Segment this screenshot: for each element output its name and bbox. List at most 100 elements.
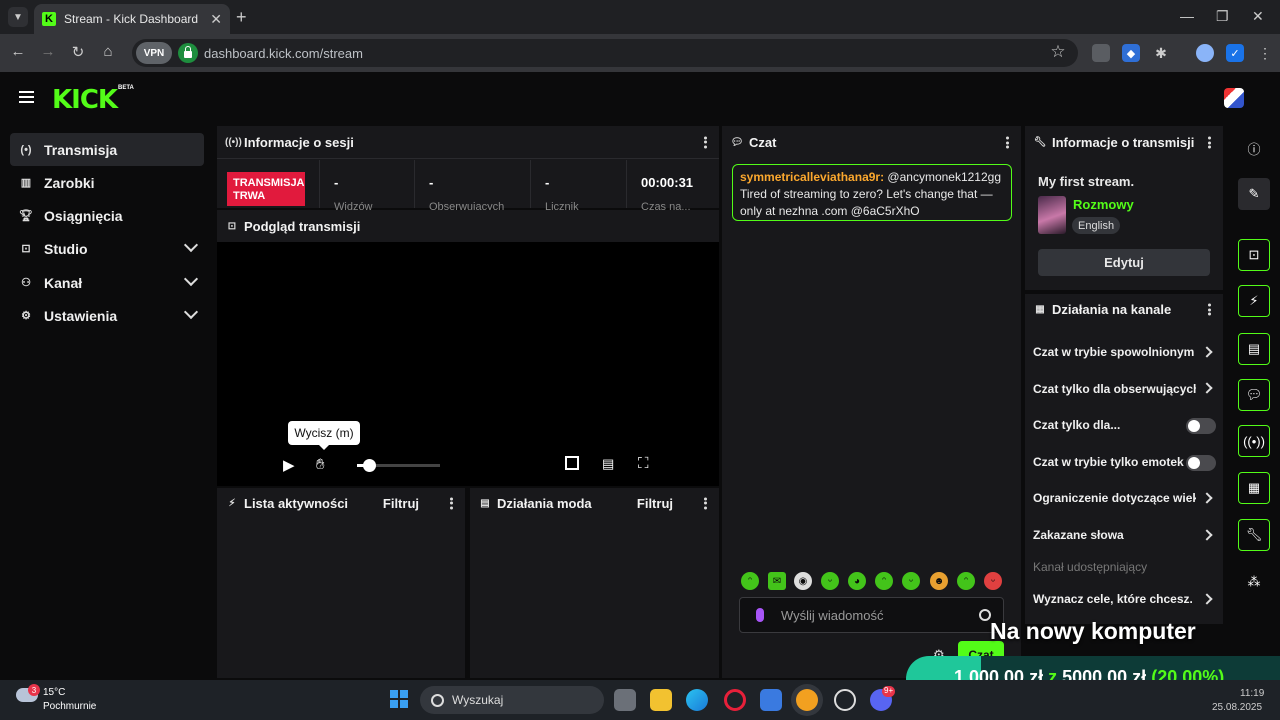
sidebar-item-label: Ustawienia	[44, 307, 118, 324]
vpn-badge[interactable]: VPN	[136, 42, 172, 64]
sidebar-item-transmisja[interactable]: (•) Transmisja	[10, 133, 204, 166]
lightning-icon[interactable]: ⚡︎	[1238, 285, 1270, 317]
action-host-channel: Kanał udostępniający	[1033, 560, 1148, 574]
kick-logo[interactable]: KICK	[52, 85, 118, 115]
emote-icon[interactable]: ᵔ	[741, 572, 759, 590]
more-options-icon[interactable]	[704, 135, 707, 150]
more-options-icon[interactable]	[1006, 135, 1009, 150]
emote-icon[interactable]: ᵕ	[984, 572, 1002, 590]
pip-icon[interactable]	[565, 456, 579, 470]
tab-search-icon[interactable]: ▼	[8, 7, 28, 27]
close-tab-icon[interactable]: ✕	[210, 11, 222, 28]
chat-input[interactable]: Wyślij wiadomość	[739, 597, 1004, 633]
emote-icon[interactable]: ☻	[930, 572, 948, 590]
user-avatar[interactable]	[1224, 88, 1244, 108]
studio-icon: ⊡	[21, 243, 31, 255]
stream-category[interactable]: Rozmowy	[1073, 197, 1134, 212]
preview-widget-icon[interactable]: ⊡	[1238, 239, 1270, 271]
tab-title: Stream - Kick Dashboard	[64, 12, 199, 26]
browser-app-icon[interactable]	[796, 689, 818, 711]
opera-icon[interactable]	[724, 689, 746, 711]
puzzle-icon[interactable]: ✱	[1152, 44, 1170, 62]
sidebar-item-zarobki[interactable]: ▥ Zarobki	[10, 166, 204, 199]
close-window-icon[interactable]: ✕	[1252, 8, 1264, 25]
live-status-badge: TRANSMISJA TRWA	[227, 172, 305, 206]
clock-date[interactable]: 25.08.2025	[1212, 702, 1262, 713]
action-banned-words[interactable]: Zakazane słowa	[1033, 528, 1213, 542]
url-text[interactable]: dashboard.kick.com/stream	[204, 46, 363, 61]
app-icon[interactable]	[834, 689, 856, 711]
volume-slider[interactable]	[357, 459, 440, 472]
sidebar-item-kanal[interactable]: ⚇ Kanał	[10, 266, 204, 299]
extension-icon[interactable]	[1092, 44, 1110, 62]
check-extension-icon[interactable]: ✓	[1226, 44, 1244, 62]
play-icon[interactable]: ▶	[283, 456, 295, 474]
emote-icon[interactable]: ᵔ	[957, 572, 975, 590]
emote-icon[interactable]: ᵕ	[821, 572, 839, 590]
windows-start-icon[interactable]	[390, 690, 408, 708]
hamburger-menu-icon[interactable]	[19, 91, 34, 103]
volume-knob[interactable]	[363, 459, 376, 472]
forward-icon[interactable]: →	[38, 43, 58, 60]
chevron-down-icon	[183, 271, 199, 287]
mute-icon[interactable]: ✋︎	[316, 456, 325, 473]
clock-time[interactable]: 11:19	[1240, 688, 1264, 699]
microphone-icon[interactable]	[756, 608, 764, 622]
more-options-icon[interactable]	[1208, 302, 1211, 317]
bookmark-star-icon[interactable]: ☆	[1048, 42, 1068, 62]
fullscreen-icon[interactable]: ⛶	[638, 455, 649, 472]
new-tab-icon[interactable]: +	[236, 7, 247, 28]
wrench-widget-icon[interactable]: 🔧︎	[1238, 519, 1270, 551]
minimize-icon[interactable]: —	[1180, 8, 1194, 24]
temperature[interactable]: 15°C	[43, 687, 65, 698]
emote-icon[interactable]: ᵕ	[902, 572, 920, 590]
more-options-icon[interactable]	[450, 496, 453, 511]
broadcast-widget-icon[interactable]: ((•))	[1238, 425, 1270, 457]
back-icon[interactable]: ←	[8, 43, 28, 60]
chat-widget-icon[interactable]: 💬︎	[1238, 379, 1270, 411]
chat-message[interactable]: symmetricalleviathana9r: @ancymonek1212g…	[732, 164, 1012, 221]
action-slow-mode[interactable]: Czat w trybie spowolnionym	[1033, 345, 1195, 359]
emote-icon[interactable]: ◕	[848, 572, 866, 590]
weather-condition[interactable]: Pochmurnie	[43, 701, 96, 712]
sidebar-item-osiagniecia[interactable]: 🏆︎ Osiągnięcia	[10, 199, 204, 232]
home-icon[interactable]: ⌂	[98, 43, 118, 60]
store-icon[interactable]	[760, 689, 782, 711]
emote-only-toggle[interactable]	[1186, 455, 1216, 471]
emote-icon[interactable]: ◉	[794, 572, 812, 590]
channel-actions-widget-icon[interactable]: ▦	[1238, 472, 1270, 504]
lock-icon[interactable]	[178, 43, 198, 63]
emote-icon[interactable]: ✉	[768, 572, 786, 590]
stream-preview-video[interactable]	[217, 242, 719, 486]
mod-filter-button[interactable]: Filtruj	[637, 496, 673, 511]
theater-mode-icon[interactable]: ▤	[602, 456, 614, 472]
edit-stream-button[interactable]: Edytuj	[1038, 249, 1210, 276]
emote-icon[interactable]: ᵔ	[875, 572, 893, 590]
sidebar-item-ustawienia[interactable]: ⚙ Ustawienia	[10, 299, 204, 332]
pencil-icon[interactable]: ✎	[1238, 178, 1270, 210]
stat-counter: - Licznik	[530, 160, 626, 213]
edge-icon[interactable]	[686, 689, 708, 711]
file-explorer-icon[interactable]	[650, 689, 672, 711]
action-age-restriction[interactable]: Ograniczenie dotyczące wieku	[1033, 491, 1196, 505]
profile-icon[interactable]	[1196, 44, 1214, 62]
action-set-goals[interactable]: Wyznacz cele, które chcesz...	[1033, 592, 1193, 606]
action-followers-only[interactable]: Czat tylko dla obserwujących	[1033, 382, 1196, 396]
info-icon[interactable]: ⓘ	[1238, 132, 1270, 164]
subscribers-only-toggle[interactable]	[1186, 418, 1216, 434]
activity-filter-button[interactable]: Filtruj	[383, 496, 419, 511]
task-view-icon[interactable]	[614, 689, 636, 711]
notes-icon[interactable]: ▤	[1238, 333, 1270, 365]
reload-icon[interactable]: ↻	[68, 43, 88, 61]
taskbar-search[interactable]: Wyszukaj	[420, 686, 604, 714]
sidebar-item-label: Transmisja	[44, 141, 118, 158]
sidebar-item-studio[interactable]: ⊡ Studio	[10, 232, 204, 265]
maximize-icon[interactable]: ❐	[1216, 8, 1229, 25]
chat-username[interactable]: symmetricalleviathana9r:	[740, 170, 884, 184]
shield-extension-icon[interactable]: ◆	[1122, 44, 1140, 62]
more-widgets-icon[interactable]: ⁂	[1238, 566, 1270, 598]
browser-menu-icon[interactable]: ⋮	[1256, 44, 1274, 62]
browser-tab[interactable]: K Stream - Kick Dashboard ✕	[34, 4, 230, 34]
more-options-icon[interactable]	[704, 496, 707, 511]
more-options-icon[interactable]	[1208, 135, 1211, 150]
